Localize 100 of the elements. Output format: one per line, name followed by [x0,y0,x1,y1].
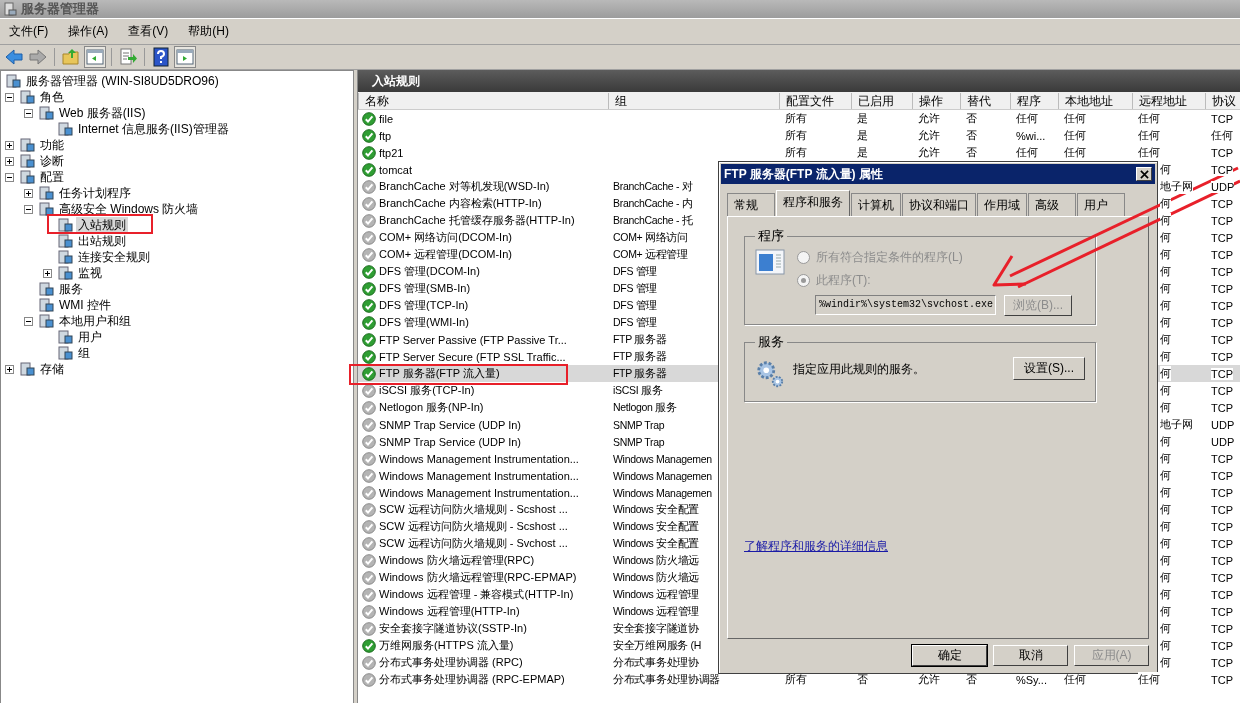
table-cell: 安全万维网服务 (H [613,638,701,653]
table-cell: 何 [1160,434,1171,449]
dialog-title: FTP 服务器(FTP 流入量) 属性 [724,165,883,183]
table-cell: TCP [1211,112,1233,125]
table-cell: 何 [1160,315,1171,330]
tree-item[interactable]: 诊断 [38,152,66,170]
table-cell: %Sy... [1016,673,1047,686]
table-cell: DFS 管理 [613,281,658,296]
table-cell: 否 [966,672,977,687]
column-header[interactable]: 名称 [358,92,608,109]
table-cell: 允许 [918,145,940,160]
column-header[interactable]: 远程地址 [1132,92,1205,109]
table-cell: 任何 [1016,145,1038,160]
table-cell: 是 [857,111,868,126]
table-cell: FTP 服务器 [613,349,667,364]
tab[interactable]: 常规 [727,193,775,216]
rule-name: Windows Management Instrumentation... [379,452,579,465]
dialog-button[interactable]: 取消 [993,645,1068,666]
column-header[interactable]: 组 [608,92,779,109]
tree-pane-icon[interactable] [85,47,105,67]
menu-item[interactable]: 操作(A) [68,23,109,40]
column-header[interactable]: 替代 [960,92,1010,109]
expander-button[interactable] [5,140,14,150]
expander-button[interactable] [24,188,33,198]
table-cell: UDP [1211,435,1235,448]
tree-item[interactable]: WMI 控件 [57,296,113,314]
expander-button[interactable] [43,268,52,278]
tab[interactable]: 作用域 [977,193,1027,216]
tree-item[interactable]: 任务计划程序 [57,184,133,202]
menu-item[interactable]: 查看(V) [128,23,169,40]
tree-item[interactable]: 用户 [76,328,104,346]
column-header[interactable]: 本地地址 [1058,92,1132,109]
table-cell: 何 [1160,366,1171,381]
expander-button[interactable] [24,108,33,118]
column-header[interactable]: 程序 [1010,92,1058,109]
tree-item[interactable]: 本地用户和组 [57,312,133,330]
table-cell: TCP [1211,401,1233,414]
group-title: 程序 [757,227,785,245]
tree-item[interactable]: 高级安全 Windows 防火墙 [57,200,201,218]
menu-item[interactable]: 帮助(H) [188,23,229,40]
menu-item[interactable]: 文件(F) [9,23,49,40]
tab[interactable]: 协议和端口 [902,193,976,216]
table-cell: TCP [1211,622,1233,635]
tree-item[interactable]: 功能 [38,136,66,154]
node-icon [57,329,73,345]
rule-name: SCW 远程访问防火墙规则 - Svchost ... [379,536,568,551]
tree-item[interactable]: Web 服务器(IIS) [57,104,148,122]
table-cell: 允许 [918,672,940,687]
export-list-icon[interactable] [118,47,138,67]
window-title: 服务器管理器 [21,0,99,18]
settings-button[interactable]: 设置(S)... [1013,357,1085,380]
expander-button[interactable] [5,92,14,102]
table-cell: TCP [1211,163,1233,176]
tree-item[interactable]: 存储 [38,360,66,378]
tab[interactable]: 高级 [1028,193,1076,216]
back-arrow-icon[interactable] [4,47,24,67]
table-cell: 何 [1160,264,1171,279]
table-cell: Windows 防火墙远 [613,570,699,585]
tree-item[interactable]: 连接安全规则 [76,248,152,266]
table-cell: 任何 [1064,672,1086,687]
column-header[interactable]: 配置文件 [779,92,851,109]
tab[interactable]: 计算机 [851,193,901,216]
tree-item[interactable]: 组 [76,344,92,362]
tree-item[interactable]: 角色 [38,88,66,106]
tree-item[interactable]: 出站规则 [76,232,128,250]
tree-item[interactable]: Internet 信息服务(IIS)管理器 [76,120,231,138]
expander-button[interactable] [5,364,14,374]
table-cell: 是 [857,128,868,143]
tree-item[interactable]: 服务 [57,280,85,298]
rule-name: COM+ 网络访问(DCOM-In) [379,230,512,245]
column-header[interactable]: 已启用 [851,92,912,109]
close-button[interactable] [1136,167,1152,181]
node-icon [19,89,35,105]
table-cell: 任何 [1138,128,1160,143]
rule-name: SCW 远程访问防火墙规则 - Scshost ... [379,519,568,534]
column-header[interactable]: 操作 [912,92,960,109]
expander-button[interactable] [24,316,33,326]
table-cell: 何 [1160,230,1171,245]
table-cell: 否 [857,672,868,687]
rule-name: Windows Management Instrumentation... [379,469,579,482]
dialog-button[interactable]: 确定 [912,645,987,666]
expander-button[interactable] [5,156,14,166]
table-cell: 否 [966,128,977,143]
table-cell: 任何 [1064,128,1086,143]
tab[interactable]: 用户 [1077,193,1125,216]
tree-item[interactable]: 监视 [76,264,104,282]
tree-item[interactable]: 服务器管理器 (WIN-SI8UD5DRO96) [24,72,221,90]
help-icon[interactable] [151,47,171,67]
expander-button[interactable] [24,204,33,214]
table-cell: Windows 安全配置 [613,536,699,551]
help-link[interactable]: 了解程序和服务的详细信息 [744,538,888,555]
tab[interactable]: 程序和服务 [776,190,850,216]
expander-button[interactable] [5,172,14,182]
node-icon [19,153,35,169]
column-header[interactable]: 协议 [1205,92,1240,109]
node-icon [19,169,35,185]
node-icon [57,217,73,233]
tree-item[interactable]: 配置 [38,168,66,186]
program-path-field[interactable]: %windir%\system32\svchost.exe [815,295,996,315]
table-cell: 何 [1160,247,1171,262]
